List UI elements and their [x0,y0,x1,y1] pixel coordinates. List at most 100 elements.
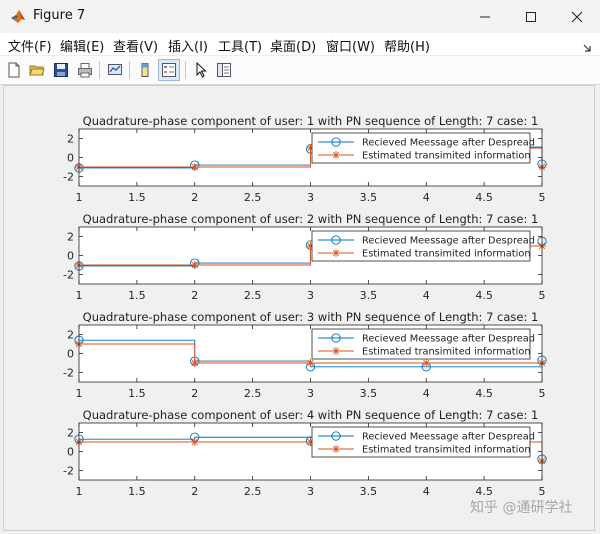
x-tick-label: 1 [76,289,83,302]
save-icon [54,63,68,77]
link-plot-icon [108,64,122,75]
subplot-1: Quadrature-phase component of user: 1 wi… [63,114,547,204]
menu-window[interactable]: 窗口(W) [326,36,375,55]
toolbar-separator [99,61,100,79]
open-file-button[interactable] [26,59,48,81]
series-2-marker [190,163,199,171]
toolbar-separator [185,61,186,79]
y-tick-label: -2 [63,465,74,478]
legend: Recieved Meessage after Despread Estimate… [311,426,535,458]
x-tick-label: 3.5 [360,191,378,204]
property-inspector-icon [217,63,231,77]
menu-help[interactable]: 帮助(H) [384,36,430,55]
series-2-marker [422,359,431,367]
legend-label: Recieved Meessage after Despread [362,334,535,345]
legend-label: Estimated transimited information [362,347,531,358]
x-tick-label: 2 [191,289,198,302]
menu-insert[interactable]: 插入(I) [168,36,208,55]
print-icon [78,63,92,78]
legend-label: Recieved Meessage after Despread [362,138,535,149]
x-tick-label: 5 [539,387,546,400]
window-title: Figure 7 [33,8,86,23]
x-tick-label: 2.5 [244,485,262,498]
y-tick-label: 2 [67,231,74,244]
subplot-2: Quadrature-phase component of user: 2 wi… [63,212,547,302]
y-tick-label: 0 [67,250,74,263]
subplot-title: Quadrature-phase component of user: 4 wi… [83,408,539,422]
subplots-canvas: Quadrature-phase component of user: 1 wi… [63,114,547,498]
save-button[interactable] [50,59,72,81]
legend: Recieved Meessage after Despread Estimate… [311,132,535,164]
title-bar[interactable]: Figure 7 [0,0,600,34]
subplot-4: Quadrature-phase component of user: 4 wi… [63,408,547,498]
legend-label: Estimated transimited information [362,445,531,456]
pointer-button[interactable] [190,59,212,81]
x-tick-label: 5 [539,191,546,204]
close-icon [571,11,583,22]
x-tick-label: 1.5 [128,485,146,498]
x-tick-label: 4 [423,289,430,302]
y-tick-label: 2 [67,329,74,342]
new-figure-button[interactable] [3,59,25,81]
link-plot-button[interactable] [104,59,126,81]
subplot-3: Quadrature-phase component of user: 3 wi… [63,310,547,400]
x-tick-label: 1 [76,191,83,204]
x-tick-label: 4.5 [475,191,493,204]
legend-icon [162,63,176,77]
y-tick-label: -2 [63,367,74,380]
series-2-marker [190,438,199,446]
open-file-icon [29,65,45,76]
legend: Recieved Meessage after Despread Estimate… [311,328,535,360]
x-tick-label: 4.5 [475,387,493,400]
y-tick-label: 0 [67,446,74,459]
menu-edit[interactable]: 编辑(E) [60,36,104,55]
x-tick-label: 4 [423,387,430,400]
dock-arrow-icon[interactable] [582,38,592,57]
series-2-marker [190,261,199,269]
legend-label: Recieved Meessage after Despread [362,236,535,247]
minimize-button[interactable] [462,0,508,33]
legend-label: Recieved Meessage after Despread [362,432,535,443]
maximize-button[interactable] [508,0,554,33]
x-tick-label: 4 [423,191,430,204]
menu-file[interactable]: 文件(F) [8,36,52,55]
close-button[interactable] [554,0,600,33]
legend-label: Estimated transimited information [362,151,531,162]
menu-desktop[interactable]: 桌面(D) [270,36,316,55]
series-2-marker [306,359,315,367]
x-tick-label: 2 [191,191,198,204]
menu-bar: 文件(F) 编辑(E) 查看(V) 插入(I) 工具(T) 桌面(D) 窗口(W… [0,33,600,56]
x-tick-label: 2 [191,485,198,498]
x-tick-label: 3 [307,289,314,302]
x-tick-label: 3.5 [360,387,378,400]
menu-tools[interactable]: 工具(T) [218,36,262,55]
x-tick-label: 3.5 [360,289,378,302]
legend-button[interactable] [158,59,180,81]
x-tick-label: 3 [307,191,314,204]
x-tick-label: 4 [423,485,430,498]
subplot-title: Quadrature-phase component of user: 3 wi… [83,310,539,324]
y-tick-label: 0 [67,348,74,361]
y-tick-label: 0 [67,152,74,165]
x-tick-label: 1.5 [128,387,146,400]
toolbar [0,56,600,85]
y-tick-label: -2 [63,269,74,282]
legend-label: Estimated transimited information [362,249,531,260]
x-tick-label: 1 [76,387,83,400]
colorbar-icon [141,63,149,77]
y-tick-label: 2 [67,133,74,146]
subplot-title: Quadrature-phase component of user: 1 wi… [83,114,539,128]
menu-view[interactable]: 查看(V) [113,36,158,55]
toolbar-separator [129,61,130,79]
y-tick-label: 2 [67,427,74,440]
pointer-icon [196,62,207,78]
x-tick-label: 2 [191,387,198,400]
print-button[interactable] [74,59,96,81]
x-tick-label: 3.5 [360,485,378,498]
property-inspector-button[interactable] [213,59,235,81]
x-tick-label: 2.5 [244,191,262,204]
watermark-text: 知乎 @通研学社 [470,500,573,516]
colorbar-button[interactable] [134,59,156,81]
x-tick-label: 1.5 [128,289,146,302]
legend: Recieved Meessage after Despread Estimate… [311,230,535,262]
